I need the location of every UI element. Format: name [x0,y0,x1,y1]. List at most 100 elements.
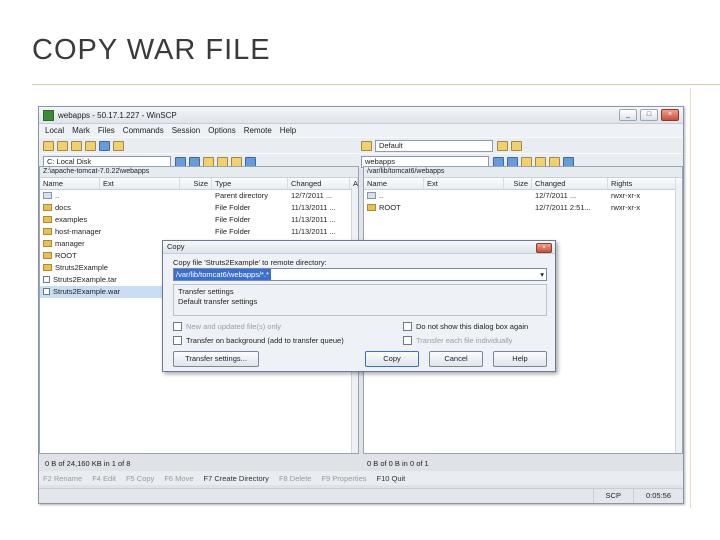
left-refresh-icon[interactable] [245,156,256,167]
parent-dir-icon[interactable] [203,156,214,167]
local-status: 0 B of 24,160 KB in 1 of 8 [45,459,131,468]
menu-session[interactable]: Session [172,126,200,135]
menu-commands[interactable]: Commands [123,126,164,135]
menu-bar: Local Mark Files Commands Session Option… [39,124,683,137]
remote-forward-icon[interactable] [507,156,518,167]
f7-create-directory-button[interactable]: F7 Create Directory [204,474,269,483]
f2-rename-button[interactable]: F2 Rename [43,474,82,483]
menu-help[interactable]: Help [280,126,296,135]
target-directory-input[interactable]: /var/lib/tomcat6/webapps/*.* ▾ [173,268,547,281]
col-ext[interactable]: Ext [424,178,504,189]
remote-scrollbar[interactable] [675,188,682,453]
col-type[interactable]: Type [212,178,288,189]
folder-icon [43,204,52,211]
preferences-icon[interactable] [43,140,54,151]
folder-icon [43,264,52,271]
local-path[interactable]: Z:\apache-tomcat-7.0.22\webapps [40,167,358,178]
slide-title: COPY WAR FILE [32,34,271,66]
col-size[interactable]: Size [504,178,532,189]
menu-local[interactable]: Local [45,126,64,135]
f6-move-button[interactable]: F6 Move [164,474,193,483]
remote-root-icon[interactable] [535,156,546,167]
synchronize-icon[interactable] [57,140,68,151]
menu-remote[interactable]: Remote [244,126,272,135]
col-size[interactable]: Size [180,178,212,189]
remote-status: 0 B of 0 B in 0 of 1 [367,459,429,468]
checkbox-box [403,322,412,331]
compare-icon[interactable] [85,140,96,151]
col-name[interactable]: Name [364,178,424,189]
transfer-individually-checkbox[interactable]: Transfer each file individually [403,336,512,345]
cancel-button[interactable]: Cancel [429,351,483,367]
session-icon[interactable] [361,140,372,151]
root-dir-icon[interactable] [217,156,228,167]
refresh-icon[interactable] [99,140,110,151]
session-dropdown[interactable]: Default [375,139,493,152]
file-name: Struts2Example.war [53,287,121,296]
file-name: ROOT [55,251,77,260]
maximize-button[interactable]: □ [640,109,658,121]
file-changed: 12/7/2011 ... [291,191,333,200]
file-icon [43,276,50,283]
remote-home-icon[interactable] [549,156,560,167]
col-changed[interactable]: Changed [532,178,608,189]
window-titlebar[interactable]: webapps - 50.17.1.227 - WinSCP _ □ × [39,107,683,124]
home-dir-icon[interactable] [231,156,242,167]
file-name: ROOT [379,203,401,212]
main-toolbar: Default [39,137,683,153]
list-item[interactable]: examples File Folder 11/13/2011 ... [40,214,358,226]
file-rights: rwxr-xr-x [611,191,641,200]
remote-refresh-icon[interactable] [563,156,574,167]
dont-show-again-checkbox[interactable]: Do not show this dialog box again [403,322,528,331]
menu-mark[interactable]: Mark [72,126,90,135]
copy-button[interactable]: Copy [365,351,419,367]
f8-delete-button[interactable]: F8 Delete [279,474,312,483]
file-type: File Folder [215,227,251,236]
f4-edit-button[interactable]: F4 Edit [92,474,116,483]
new-updated-only-checkbox[interactable]: New and updated file(s) only [173,322,281,331]
background-transfer-checkbox[interactable]: Transfer on background (add to transfer … [173,336,344,345]
list-item[interactable]: .. Parent directory 12/7/2011 ... [40,190,358,202]
queue-icon[interactable] [71,140,82,151]
checkbox-label: Transfer on background (add to transfer … [186,336,344,345]
list-item[interactable]: ROOT 12/7/2011 2:51... rwxr-xr-x [364,202,682,214]
col-name[interactable]: Name [40,178,100,189]
file-type: Parent directory [215,191,268,200]
dialog-close-button[interactable]: × [536,243,552,253]
f9-properties-button[interactable]: F9 Properties [321,474,366,483]
menu-options[interactable]: Options [208,126,236,135]
file-changed: 12/7/2011 ... [535,191,577,200]
file-type: File Folder [215,215,251,224]
transfer-settings-button[interactable]: Transfer settings... [173,351,259,367]
minimize-button[interactable]: _ [619,109,637,121]
close-button[interactable]: × [661,109,679,121]
col-rights[interactable]: Rights [608,178,676,189]
target-directory-value: /var/lib/tomcat6/webapps/*.* [174,269,271,280]
right-toolbar: Default [357,139,675,152]
bookmark-icon[interactable] [113,140,124,151]
menu-files[interactable]: Files [98,126,115,135]
col-ext[interactable]: Ext [100,178,180,189]
col-changed[interactable]: Changed [288,178,350,189]
f10-quit-button[interactable]: F10 Quit [377,474,406,483]
back-icon[interactable] [175,156,186,167]
list-item[interactable]: host-manager File Folder 11/13/2011 ... [40,226,358,238]
copy-dialog: Copy × Copy file 'Struts2Example' to rem… [162,240,556,372]
new-session-icon[interactable] [497,140,508,151]
decorative-rule [690,88,691,508]
dialog-titlebar[interactable]: Copy × [163,241,555,254]
list-item[interactable]: docs File Folder 11/13/2011 ... [40,202,358,214]
dialog-title: Copy [167,242,185,251]
remote-path[interactable]: /var/lib/tomcat6/webapps [364,167,682,178]
help-button[interactable]: Help [493,351,547,367]
file-name: host-manager [55,227,102,236]
forward-icon[interactable] [189,156,200,167]
winscp-app-icon [43,109,54,121]
transfer-settings-value: Default transfer settings [178,297,258,306]
f5-copy-button[interactable]: F5 Copy [126,474,154,483]
terminal-icon[interactable] [511,140,522,151]
chevron-down-icon[interactable]: ▾ [540,269,544,280]
list-item[interactable]: .. 12/7/2011 ... rwxr-xr-x [364,190,682,202]
remote-parent-icon[interactable] [521,156,532,167]
remote-back-icon[interactable] [493,156,504,167]
